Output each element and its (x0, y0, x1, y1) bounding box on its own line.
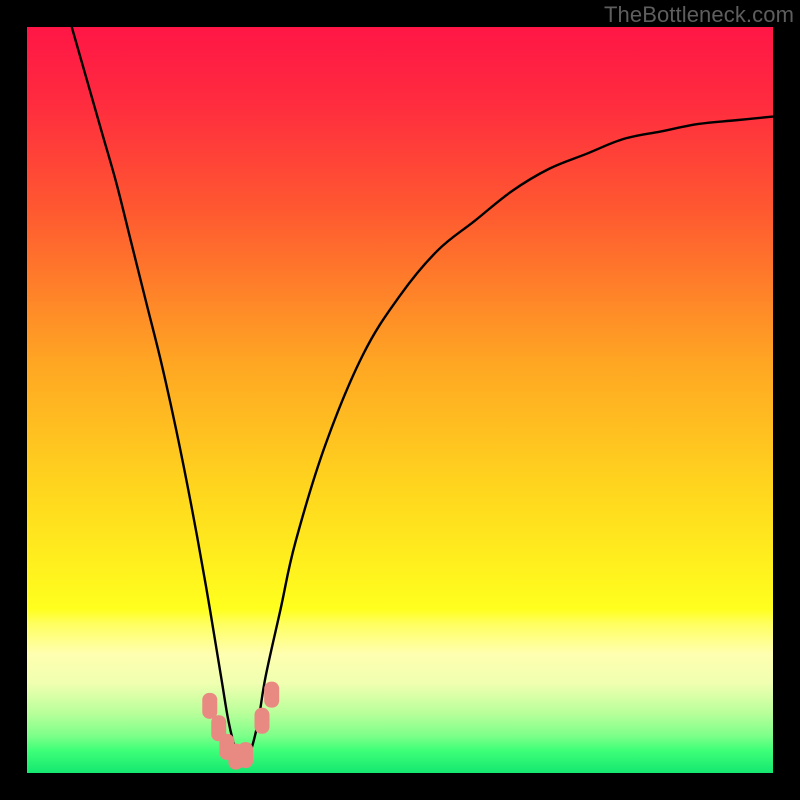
curve-markers (202, 682, 279, 770)
marker-dot (238, 742, 253, 768)
watermark-text: TheBottleneck.com (604, 2, 794, 28)
curve-layer (27, 27, 773, 773)
marker-dot (264, 682, 279, 708)
chart-frame: TheBottleneck.com (0, 0, 800, 800)
bottleneck-curve (72, 27, 773, 766)
marker-dot (254, 708, 269, 734)
marker-dot (202, 693, 217, 719)
plot-area (27, 27, 773, 773)
